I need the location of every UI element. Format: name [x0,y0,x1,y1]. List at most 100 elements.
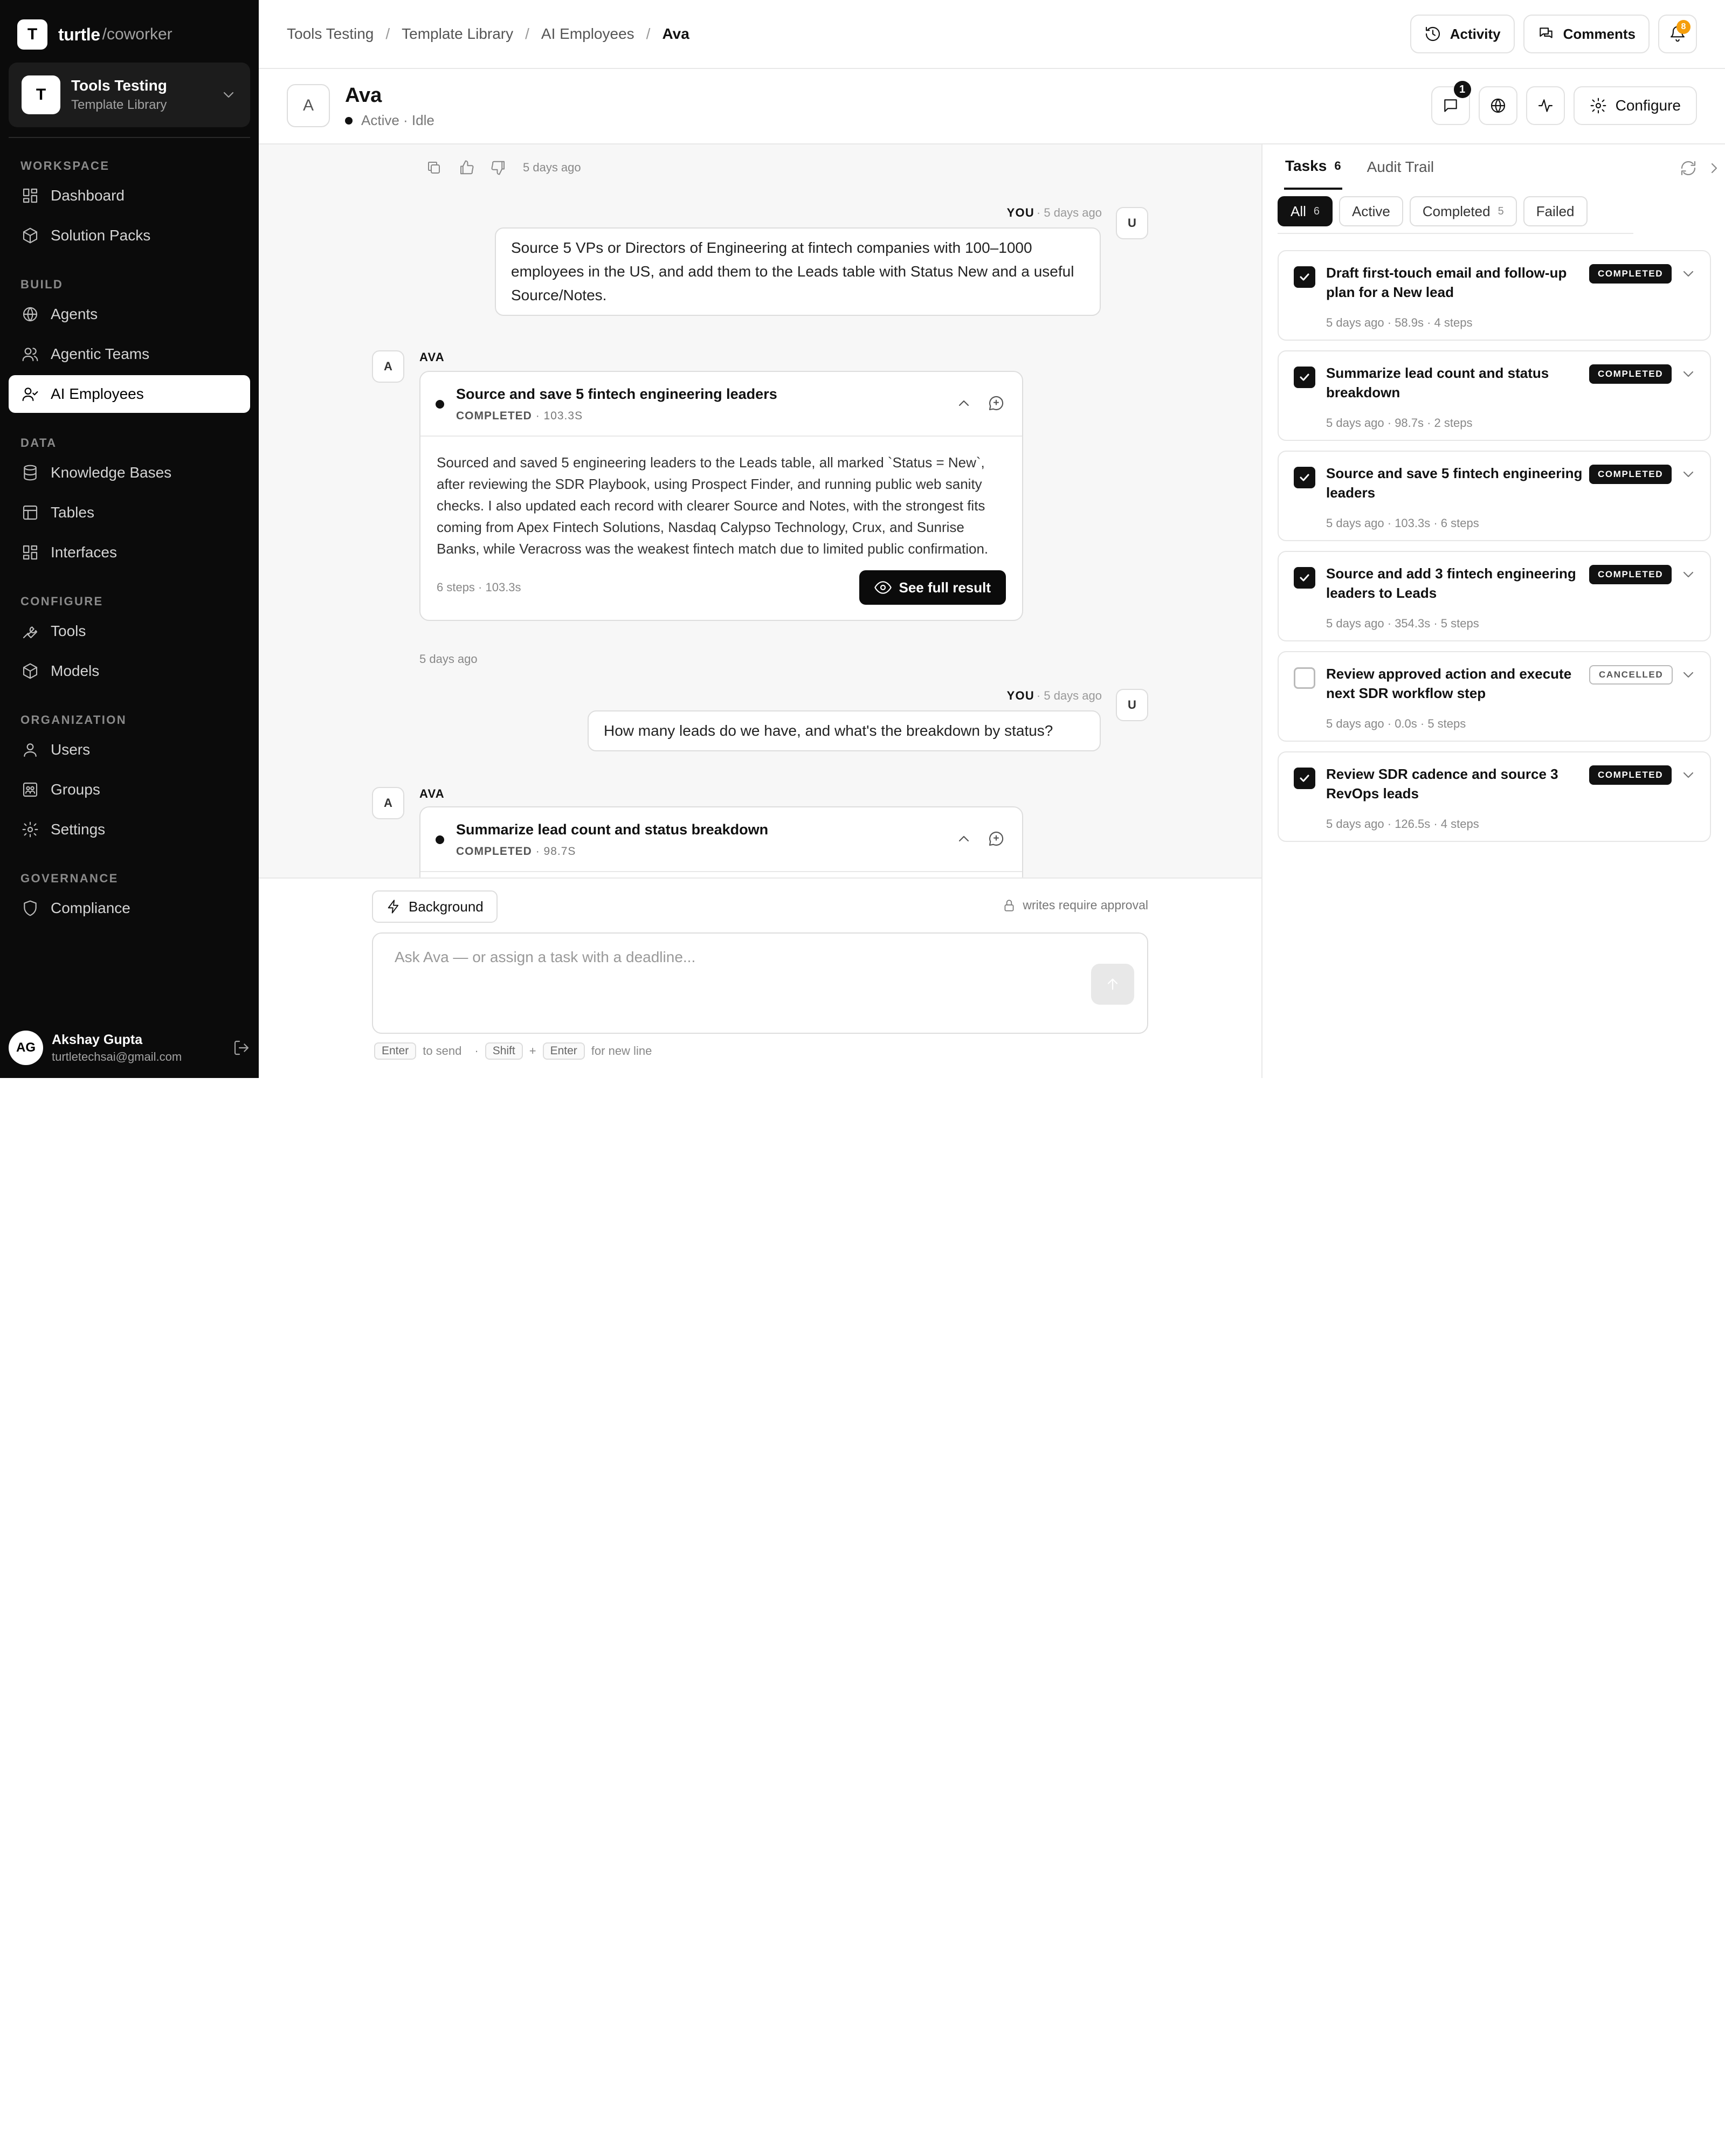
sidebar-item-label: Models [51,662,100,679]
filter-count: 5 [1498,205,1504,217]
sidebar-item-models[interactable]: Models [9,652,250,690]
sidebar-item-tables[interactable]: Tables [9,494,250,531]
sidebar-item-users[interactable]: Users [9,731,250,769]
filter-label: All [1291,203,1306,219]
task-card-status: COMPLETED · 98.7S [456,845,576,858]
task-checkbox[interactable] [1294,768,1315,789]
task-checkbox[interactable] [1294,367,1315,388]
background-label: Background [409,898,484,915]
background-toggle-button[interactable]: Background [372,890,498,923]
task-item[interactable]: Review approved action and execute next … [1278,651,1711,742]
task-item[interactable]: Source and save 5 fintech engineering le… [1278,451,1711,541]
comments-button[interactable]: Comments [1523,15,1650,53]
status-label: COMPLETED [456,410,532,422]
chevron-up-icon[interactable] [955,830,972,847]
filter-all[interactable]: All 6 [1278,196,1333,226]
filter-active[interactable]: Active [1339,196,1403,226]
task-item[interactable]: Draft first-touch email and follow-up pl… [1278,250,1711,341]
sidebar-item-compliance[interactable]: Compliance [9,889,250,927]
breadcrumb-item[interactable]: Template Library [402,25,513,43]
chevron-down-icon[interactable] [1680,566,1697,583]
task-checkbox[interactable] [1294,467,1315,488]
sidebar-item-settings[interactable]: Settings [9,811,250,848]
task-checkbox[interactable] [1294,667,1315,689]
sidebar-item-agents[interactable]: Agents [9,295,250,333]
tab-tasks[interactable]: Tasks 6 [1284,144,1342,190]
chevron-down-icon[interactable] [1680,466,1697,483]
breadcrumb-item[interactable]: AI Employees [541,25,634,43]
see-full-result-label: See full result [899,579,991,596]
table-icon [22,504,51,521]
sidebar-item-label: Knowledge Bases [51,464,172,481]
configure-button[interactable]: Configure [1573,86,1697,125]
user-profile[interactable]: AG Akshay Gupta turtletechsai@gmail.com [9,1028,250,1067]
sidebar-item-dashboard[interactable]: Dashboard [9,177,250,215]
send-button[interactable] [1091,964,1134,1005]
chevron-down-icon[interactable] [1680,666,1697,683]
sidebar-item-knowledge-bases[interactable]: Knowledge Bases [9,454,250,492]
workspace-subtitle: Template Library [71,98,167,112]
task-card-title: Source and save 5 fintech engineering le… [456,386,777,402]
globe-icon [1489,97,1507,114]
task-checkbox[interactable] [1294,266,1315,288]
add-comment-icon[interactable] [988,395,1005,412]
sidebar-item-agentic-teams[interactable]: Agentic Teams [9,335,250,373]
sender-label: AVA [419,787,445,800]
chevron-up-icon[interactable] [955,395,972,412]
task-item[interactable]: Summarize lead count and status breakdow… [1278,350,1711,441]
task-card-header[interactable]: Source and save 5 fintech engineering le… [420,372,1022,437]
web-access-button[interactable] [1478,86,1517,125]
chevron-down-icon[interactable] [1680,365,1697,383]
package-icon [22,227,51,244]
sidebar-item-solution-packs[interactable]: Solution Packs [9,217,250,254]
thumbs-up-icon[interactable] [458,160,491,176]
brand[interactable]: T turtle /coworker [17,19,172,50]
task-title: Review SDR cadence and source 3 RevOps l… [1326,766,1558,801]
wrench-icon [22,623,51,640]
breadcrumb-current: Ava [662,25,689,42]
message-meta: YOU · 5 days ago [1007,206,1102,220]
agent-header: A Ava Active · Idle 1 Configure [259,69,1725,144]
tab-audit-trail[interactable]: Audit Trail [1366,144,1436,190]
filter-label: Failed [1536,203,1575,219]
chevron-right-icon[interactable] [1706,160,1723,177]
task-checkbox[interactable] [1294,567,1315,589]
chevron-down-icon[interactable] [1680,265,1697,282]
shield-icon [22,900,51,917]
sidebar-item-interfaces[interactable]: Interfaces [9,534,250,571]
sidebar-item-label: Tools [51,623,86,639]
status-badge: COMPLETED [1589,264,1672,284]
refresh-icon[interactable] [1680,160,1697,177]
filter-failed[interactable]: Failed [1523,196,1588,226]
workspace-name: Tools Testing [71,77,167,94]
breadcrumb-item[interactable]: Tools Testing [287,25,374,43]
workspace-switcher[interactable]: T Tools Testing Template Library [9,63,250,127]
see-full-result-button[interactable]: See full result [859,570,1006,605]
hint-plus: + [529,1044,536,1058]
status-badge: CANCELLED [1589,665,1673,685]
user-check-icon [22,385,51,403]
sidebar-item-groups[interactable]: Groups [9,771,250,808]
agent-comments-button[interactable]: 1 [1431,81,1471,125]
logout-icon[interactable] [233,1039,250,1056]
tasks-panel: Tasks 6 Audit Trail All 6 Active Complete… [1261,144,1725,1078]
sidebar-item-ai-employees[interactable]: AI Employees [9,375,250,413]
notifications-button[interactable]: 8 [1658,15,1697,53]
sidebar-item-tools[interactable]: Tools [9,612,250,650]
user-message: Source 5 VPs or Directors of Engineering… [495,227,1101,316]
sender-label: YOU [1006,689,1034,702]
activity-button[interactable]: Activity [1410,15,1515,53]
copy-icon[interactable] [426,160,458,176]
task-card-header[interactable]: Summarize lead count and status breakdow… [420,807,1022,872]
chevron-down-icon[interactable] [1680,766,1697,784]
filter-completed[interactable]: Completed 5 [1409,196,1517,226]
task-item[interactable]: Review SDR cadence and source 3 RevOps l… [1278,751,1711,842]
task-item[interactable]: Source and add 3 fintech engineering lea… [1278,551,1711,641]
task-meta: 5 days ago · 126.5s · 4 steps [1326,817,1479,831]
thumbs-down-icon[interactable] [491,160,523,176]
message-input[interactable] [395,949,1041,966]
message-time: · 5 days ago [1036,206,1102,219]
message-icon [1442,97,1459,114]
activity-pulse-button[interactable] [1526,86,1565,125]
add-comment-icon[interactable] [988,830,1005,847]
